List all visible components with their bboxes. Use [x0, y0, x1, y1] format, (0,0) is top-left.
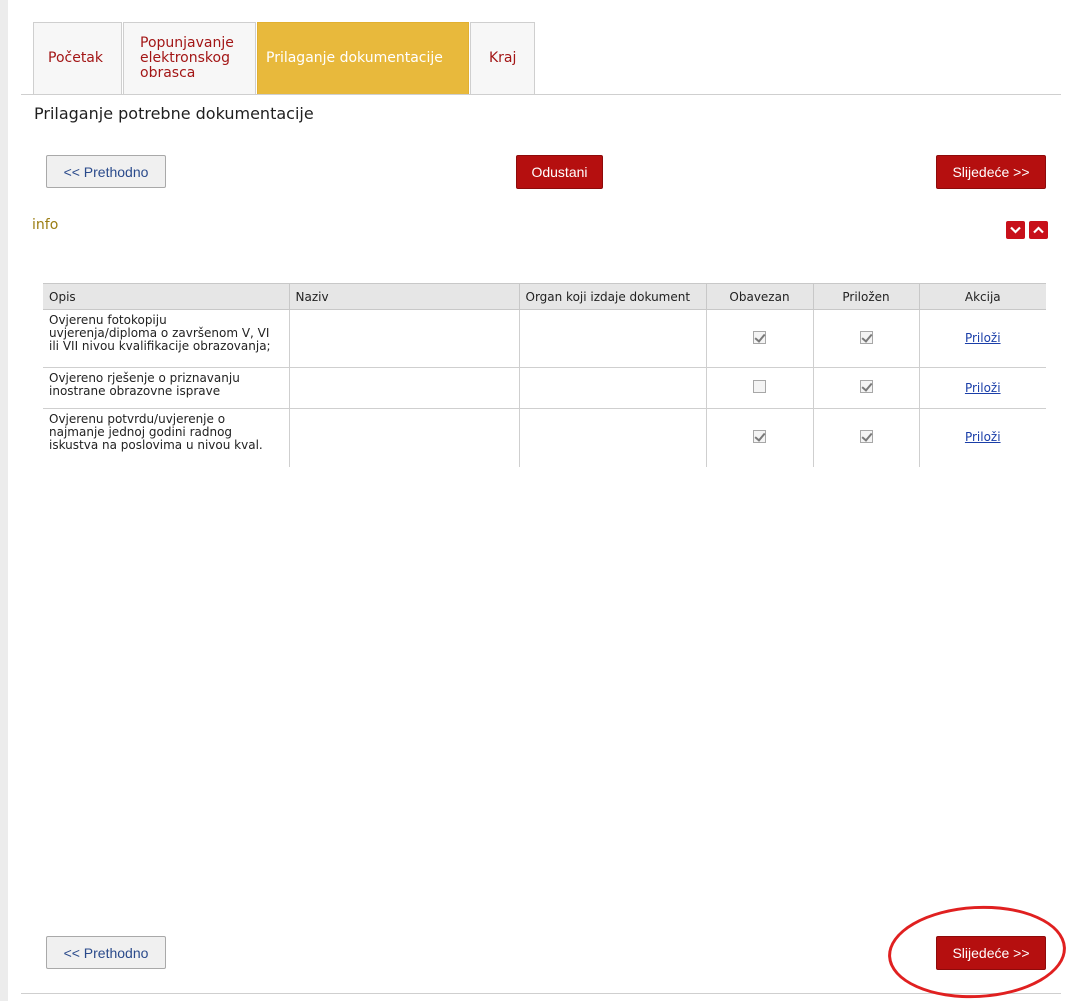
header-organ: Organ koji izdaje dokument — [518, 283, 706, 310]
prilozen-checkbox[interactable] — [859, 330, 873, 344]
header-opis: Opis — [43, 283, 289, 310]
info-section-label: info — [32, 217, 59, 233]
wizard-tabs: Početak Popunjavanje elektronskog obrasc… — [33, 22, 536, 94]
left-edge-strip — [0, 0, 8, 1001]
attach-link[interactable]: Priloži — [965, 331, 1001, 345]
tab-popunjavanje-line-1: Popunjavanje — [140, 35, 234, 51]
cell-obavezan — [706, 309, 814, 368]
opis-line: inostrane obrazovne isprave — [49, 384, 221, 398]
previous-button-top[interactable]: << Prethodno — [46, 155, 166, 188]
chevron-up-icon[interactable] — [1029, 221, 1048, 239]
table-row: Ovjerenu potvrdu/uvjerenje o najmanje je… — [43, 408, 1046, 467]
cell-opis: Ovjerenu fotokopiju uvjerenja/diploma o … — [43, 309, 290, 368]
prilozen-checkbox[interactable] — [859, 380, 873, 393]
opis-line: iskustva na poslovima u nivou kval. — [49, 438, 263, 452]
cell-akcija: Priloži — [919, 367, 1046, 409]
header-naziv: Naziv — [288, 283, 519, 310]
documents-table: Opis Naziv Organ koji izdaje dokument Ob… — [43, 283, 1046, 467]
attach-link[interactable]: Priloži — [965, 381, 1001, 395]
cell-akcija: Priloži — [919, 409, 1046, 467]
table-row: Ovjerenu fotokopiju uvjerenja/diploma o … — [43, 309, 1046, 368]
cell-obavezan — [706, 367, 814, 409]
cell-opis: Ovjereno rješenje o priznavanju inostran… — [43, 367, 290, 409]
cell-organ — [519, 367, 707, 409]
cell-naziv — [289, 367, 520, 409]
opis-line: ili VII nivou kvalifikacije obrazovanja; — [49, 339, 271, 353]
header-akcija: Akcija — [918, 283, 1046, 310]
cell-prilozen — [813, 408, 920, 467]
cell-prilozen — [813, 309, 920, 368]
cell-prilozen — [813, 367, 920, 409]
tab-kraj[interactable]: Kraj — [470, 22, 535, 94]
obavezan-checkbox[interactable] — [753, 380, 766, 393]
next-button-top[interactable]: Slijedeće >> — [936, 155, 1046, 189]
cell-obavezan — [706, 408, 814, 467]
cell-akcija: Priloži — [919, 309, 1046, 368]
table-header-row: Opis Naziv Organ koji izdaje dokument Ob… — [43, 283, 1046, 310]
chevron-down-icon[interactable] — [1006, 221, 1025, 239]
tab-popunjavanje-line-2: elektronskog — [140, 50, 230, 66]
tab-prilaganje[interactable]: Prilaganje dokumentacije — [257, 22, 469, 94]
prilozen-checkbox[interactable] — [859, 429, 873, 443]
tab-popunjavanje-line-3: obrasca — [140, 65, 196, 81]
tab-prilaganje-label: Prilaganje dokumentacije — [266, 50, 443, 66]
obavezan-checkbox[interactable] — [753, 429, 766, 443]
previous-button-bottom[interactable]: << Prethodno — [46, 936, 166, 969]
table-row: Ovjereno rješenje o priznavanju inostran… — [43, 367, 1046, 409]
header-obavezan: Obavezan — [705, 283, 813, 310]
cell-naziv — [289, 408, 520, 467]
header-prilozen: Priložen — [812, 283, 919, 310]
cell-opis: Ovjerenu potvrdu/uvjerenje o najmanje je… — [43, 408, 290, 467]
content-panel: Prilaganje potrebne dokumentacije << Pre… — [21, 94, 1061, 994]
tab-pocetak[interactable]: Početak — [33, 22, 122, 94]
obavezan-checkbox[interactable] — [753, 330, 766, 344]
page-title: Prilaganje potrebne dokumentacije — [34, 104, 314, 123]
attach-link[interactable]: Priloži — [965, 430, 1001, 444]
cell-organ — [519, 309, 707, 368]
cell-organ — [519, 408, 707, 467]
tab-kraj-label: Kraj — [489, 50, 517, 66]
tab-popunjavanje[interactable]: Popunjavanje elektronskog obrasca — [123, 22, 256, 94]
tab-pocetak-label: Početak — [48, 50, 103, 66]
cell-naziv — [289, 309, 520, 368]
cancel-button[interactable]: Odustani — [516, 155, 603, 189]
